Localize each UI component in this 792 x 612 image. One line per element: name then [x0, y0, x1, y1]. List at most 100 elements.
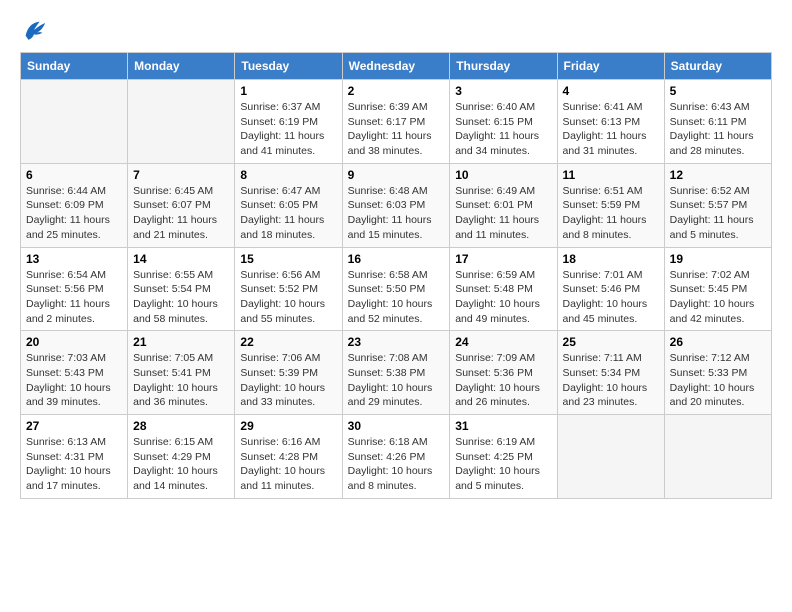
day-number: 3 — [455, 84, 551, 98]
calendar-cell: 14 Sunrise: 6:55 AMSunset: 5:54 PMDayligh… — [128, 247, 235, 331]
day-number: 26 — [670, 335, 766, 349]
day-info: Sunrise: 6:52 AMSunset: 5:57 PMDaylight:… — [670, 184, 766, 243]
day-info: Sunrise: 6:54 AMSunset: 5:56 PMDaylight:… — [26, 268, 122, 327]
day-info: Sunrise: 6:49 AMSunset: 6:01 PMDaylight:… — [455, 184, 551, 243]
day-info: Sunrise: 6:59 AMSunset: 5:48 PMDaylight:… — [455, 268, 551, 327]
day-info: Sunrise: 7:09 AMSunset: 5:36 PMDaylight:… — [455, 351, 551, 410]
day-number: 23 — [348, 335, 445, 349]
day-info: Sunrise: 6:39 AMSunset: 6:17 PMDaylight:… — [348, 100, 445, 159]
day-number: 1 — [240, 84, 336, 98]
calendar-cell: 31 Sunrise: 6:19 AMSunset: 4:25 PMDayligh… — [450, 415, 557, 499]
day-info: Sunrise: 6:56 AMSunset: 5:52 PMDaylight:… — [240, 268, 336, 327]
day-info: Sunrise: 6:47 AMSunset: 6:05 PMDaylight:… — [240, 184, 336, 243]
day-number: 9 — [348, 168, 445, 182]
logo — [20, 16, 52, 44]
calendar-cell: 18Sunrise: 7:01 AMSunset: 5:46 PMDayligh… — [557, 247, 664, 331]
header-monday: Monday — [128, 53, 235, 80]
day-number: 7 — [133, 168, 229, 182]
day-info: Sunrise: 6:16 AMSunset: 4:28 PMDaylight:… — [240, 435, 336, 494]
calendar-cell: 3 Sunrise: 6:40 AMSunset: 6:15 PMDaylight… — [450, 80, 557, 164]
calendar-cell: 9 Sunrise: 6:48 AMSunset: 6:03 PMDaylight… — [342, 163, 450, 247]
calendar-cell — [664, 415, 771, 499]
day-info: Sunrise: 6:51 AMSunset: 5:59 PMDaylight:… — [563, 184, 659, 243]
day-number: 29 — [240, 419, 336, 433]
calendar-cell: 25 Sunrise: 7:11 AMSunset: 5:34 PMDayligh… — [557, 331, 664, 415]
calendar-cell — [128, 80, 235, 164]
calendar-cell: 13 Sunrise: 6:54 AMSunset: 5:56 PMDayligh… — [21, 247, 128, 331]
day-number: 27 — [26, 419, 122, 433]
day-number: 17 — [455, 252, 551, 266]
calendar-cell — [557, 415, 664, 499]
day-number: 22 — [240, 335, 336, 349]
day-number: 10 — [455, 168, 551, 182]
day-number: 4 — [563, 84, 659, 98]
day-info: Sunrise: 6:15 AMSunset: 4:29 PMDaylight:… — [133, 435, 229, 494]
day-number: 11 — [563, 168, 659, 182]
day-number: 30 — [348, 419, 445, 433]
day-info: Sunrise: 6:43 AMSunset: 6:11 PMDaylight:… — [670, 100, 766, 159]
logo-bird-icon — [20, 16, 48, 44]
day-number: 2 — [348, 84, 445, 98]
day-info: Sunrise: 7:12 AMSunset: 5:33 PMDaylight:… — [670, 351, 766, 410]
calendar-cell: 4 Sunrise: 6:41 AMSunset: 6:13 PMDaylight… — [557, 80, 664, 164]
day-number: 13 — [26, 252, 122, 266]
header-friday: Friday — [557, 53, 664, 80]
day-number: 6 — [26, 168, 122, 182]
calendar-cell: 8Sunrise: 6:47 AMSunset: 6:05 PMDaylight… — [235, 163, 342, 247]
day-number: 12 — [670, 168, 766, 182]
calendar-cell: 12 Sunrise: 6:52 AMSunset: 5:57 PMDayligh… — [664, 163, 771, 247]
day-info: Sunrise: 6:13 AMSunset: 4:31 PMDaylight:… — [26, 435, 122, 494]
calendar-week-1: 1 Sunrise: 6:37 AMSunset: 6:19 PMDaylight… — [21, 80, 772, 164]
calendar-cell: 16Sunrise: 6:58 AMSunset: 5:50 PMDayligh… — [342, 247, 450, 331]
day-info: Sunrise: 7:11 AMSunset: 5:34 PMDaylight:… — [563, 351, 659, 410]
calendar-cell: 28 Sunrise: 6:15 AMSunset: 4:29 PMDayligh… — [128, 415, 235, 499]
day-number: 21 — [133, 335, 229, 349]
day-number: 24 — [455, 335, 551, 349]
header-saturday: Saturday — [664, 53, 771, 80]
calendar-cell: 7 Sunrise: 6:45 AMSunset: 6:07 PMDaylight… — [128, 163, 235, 247]
calendar-cell: 22Sunrise: 7:06 AMSunset: 5:39 PMDayligh… — [235, 331, 342, 415]
calendar-week-5: 27 Sunrise: 6:13 AMSunset: 4:31 PMDayligh… — [21, 415, 772, 499]
page-header — [20, 16, 772, 44]
calendar-cell — [21, 80, 128, 164]
day-info: Sunrise: 6:18 AMSunset: 4:26 PMDaylight:… — [348, 435, 445, 494]
day-number: 31 — [455, 419, 551, 433]
header-tuesday: Tuesday — [235, 53, 342, 80]
calendar-cell: 10 Sunrise: 6:49 AMSunset: 6:01 PMDayligh… — [450, 163, 557, 247]
day-info: Sunrise: 6:58 AMSunset: 5:50 PMDaylight:… — [348, 268, 445, 327]
calendar-week-3: 13 Sunrise: 6:54 AMSunset: 5:56 PMDayligh… — [21, 247, 772, 331]
day-info: Sunrise: 7:02 AMSunset: 5:45 PMDaylight:… — [670, 268, 766, 327]
day-info: Sunrise: 6:37 AMSunset: 6:19 PMDaylight:… — [240, 100, 336, 159]
header-sunday: Sunday — [21, 53, 128, 80]
calendar-cell: 19 Sunrise: 7:02 AMSunset: 5:45 PMDayligh… — [664, 247, 771, 331]
calendar-cell: 23 Sunrise: 7:08 AMSunset: 5:38 PMDayligh… — [342, 331, 450, 415]
header-thursday: Thursday — [450, 53, 557, 80]
day-number: 14 — [133, 252, 229, 266]
day-info: Sunrise: 6:48 AMSunset: 6:03 PMDaylight:… — [348, 184, 445, 243]
calendar-header-row: SundayMondayTuesdayWednesdayThursdayFrid… — [21, 53, 772, 80]
day-info: Sunrise: 7:08 AMSunset: 5:38 PMDaylight:… — [348, 351, 445, 410]
day-info: Sunrise: 6:45 AMSunset: 6:07 PMDaylight:… — [133, 184, 229, 243]
calendar-table: SundayMondayTuesdayWednesdayThursdayFrid… — [20, 52, 772, 499]
calendar-cell: 21 Sunrise: 7:05 AMSunset: 5:41 PMDayligh… — [128, 331, 235, 415]
day-info: Sunrise: 6:19 AMSunset: 4:25 PMDaylight:… — [455, 435, 551, 494]
day-info: Sunrise: 6:40 AMSunset: 6:15 PMDaylight:… — [455, 100, 551, 159]
day-number: 19 — [670, 252, 766, 266]
calendar-cell: 27 Sunrise: 6:13 AMSunset: 4:31 PMDayligh… — [21, 415, 128, 499]
day-info: Sunrise: 7:05 AMSunset: 5:41 PMDaylight:… — [133, 351, 229, 410]
calendar-cell: 29 Sunrise: 6:16 AMSunset: 4:28 PMDayligh… — [235, 415, 342, 499]
day-number: 25 — [563, 335, 659, 349]
day-number: 15 — [240, 252, 336, 266]
calendar-week-2: 6 Sunrise: 6:44 AMSunset: 6:09 PMDaylight… — [21, 163, 772, 247]
calendar-cell: 2 Sunrise: 6:39 AMSunset: 6:17 PMDaylight… — [342, 80, 450, 164]
day-number: 28 — [133, 419, 229, 433]
calendar-cell: 20Sunrise: 7:03 AMSunset: 5:43 PMDayligh… — [21, 331, 128, 415]
day-info: Sunrise: 6:41 AMSunset: 6:13 PMDaylight:… — [563, 100, 659, 159]
day-info: Sunrise: 7:01 AMSunset: 5:46 PMDaylight:… — [563, 268, 659, 327]
calendar-cell: 24 Sunrise: 7:09 AMSunset: 5:36 PMDayligh… — [450, 331, 557, 415]
day-number: 5 — [670, 84, 766, 98]
calendar-cell: 11 Sunrise: 6:51 AMSunset: 5:59 PMDayligh… — [557, 163, 664, 247]
day-info: Sunrise: 6:44 AMSunset: 6:09 PMDaylight:… — [26, 184, 122, 243]
day-info: Sunrise: 6:55 AMSunset: 5:54 PMDaylight:… — [133, 268, 229, 327]
day-info: Sunrise: 7:03 AMSunset: 5:43 PMDaylight:… — [26, 351, 122, 410]
